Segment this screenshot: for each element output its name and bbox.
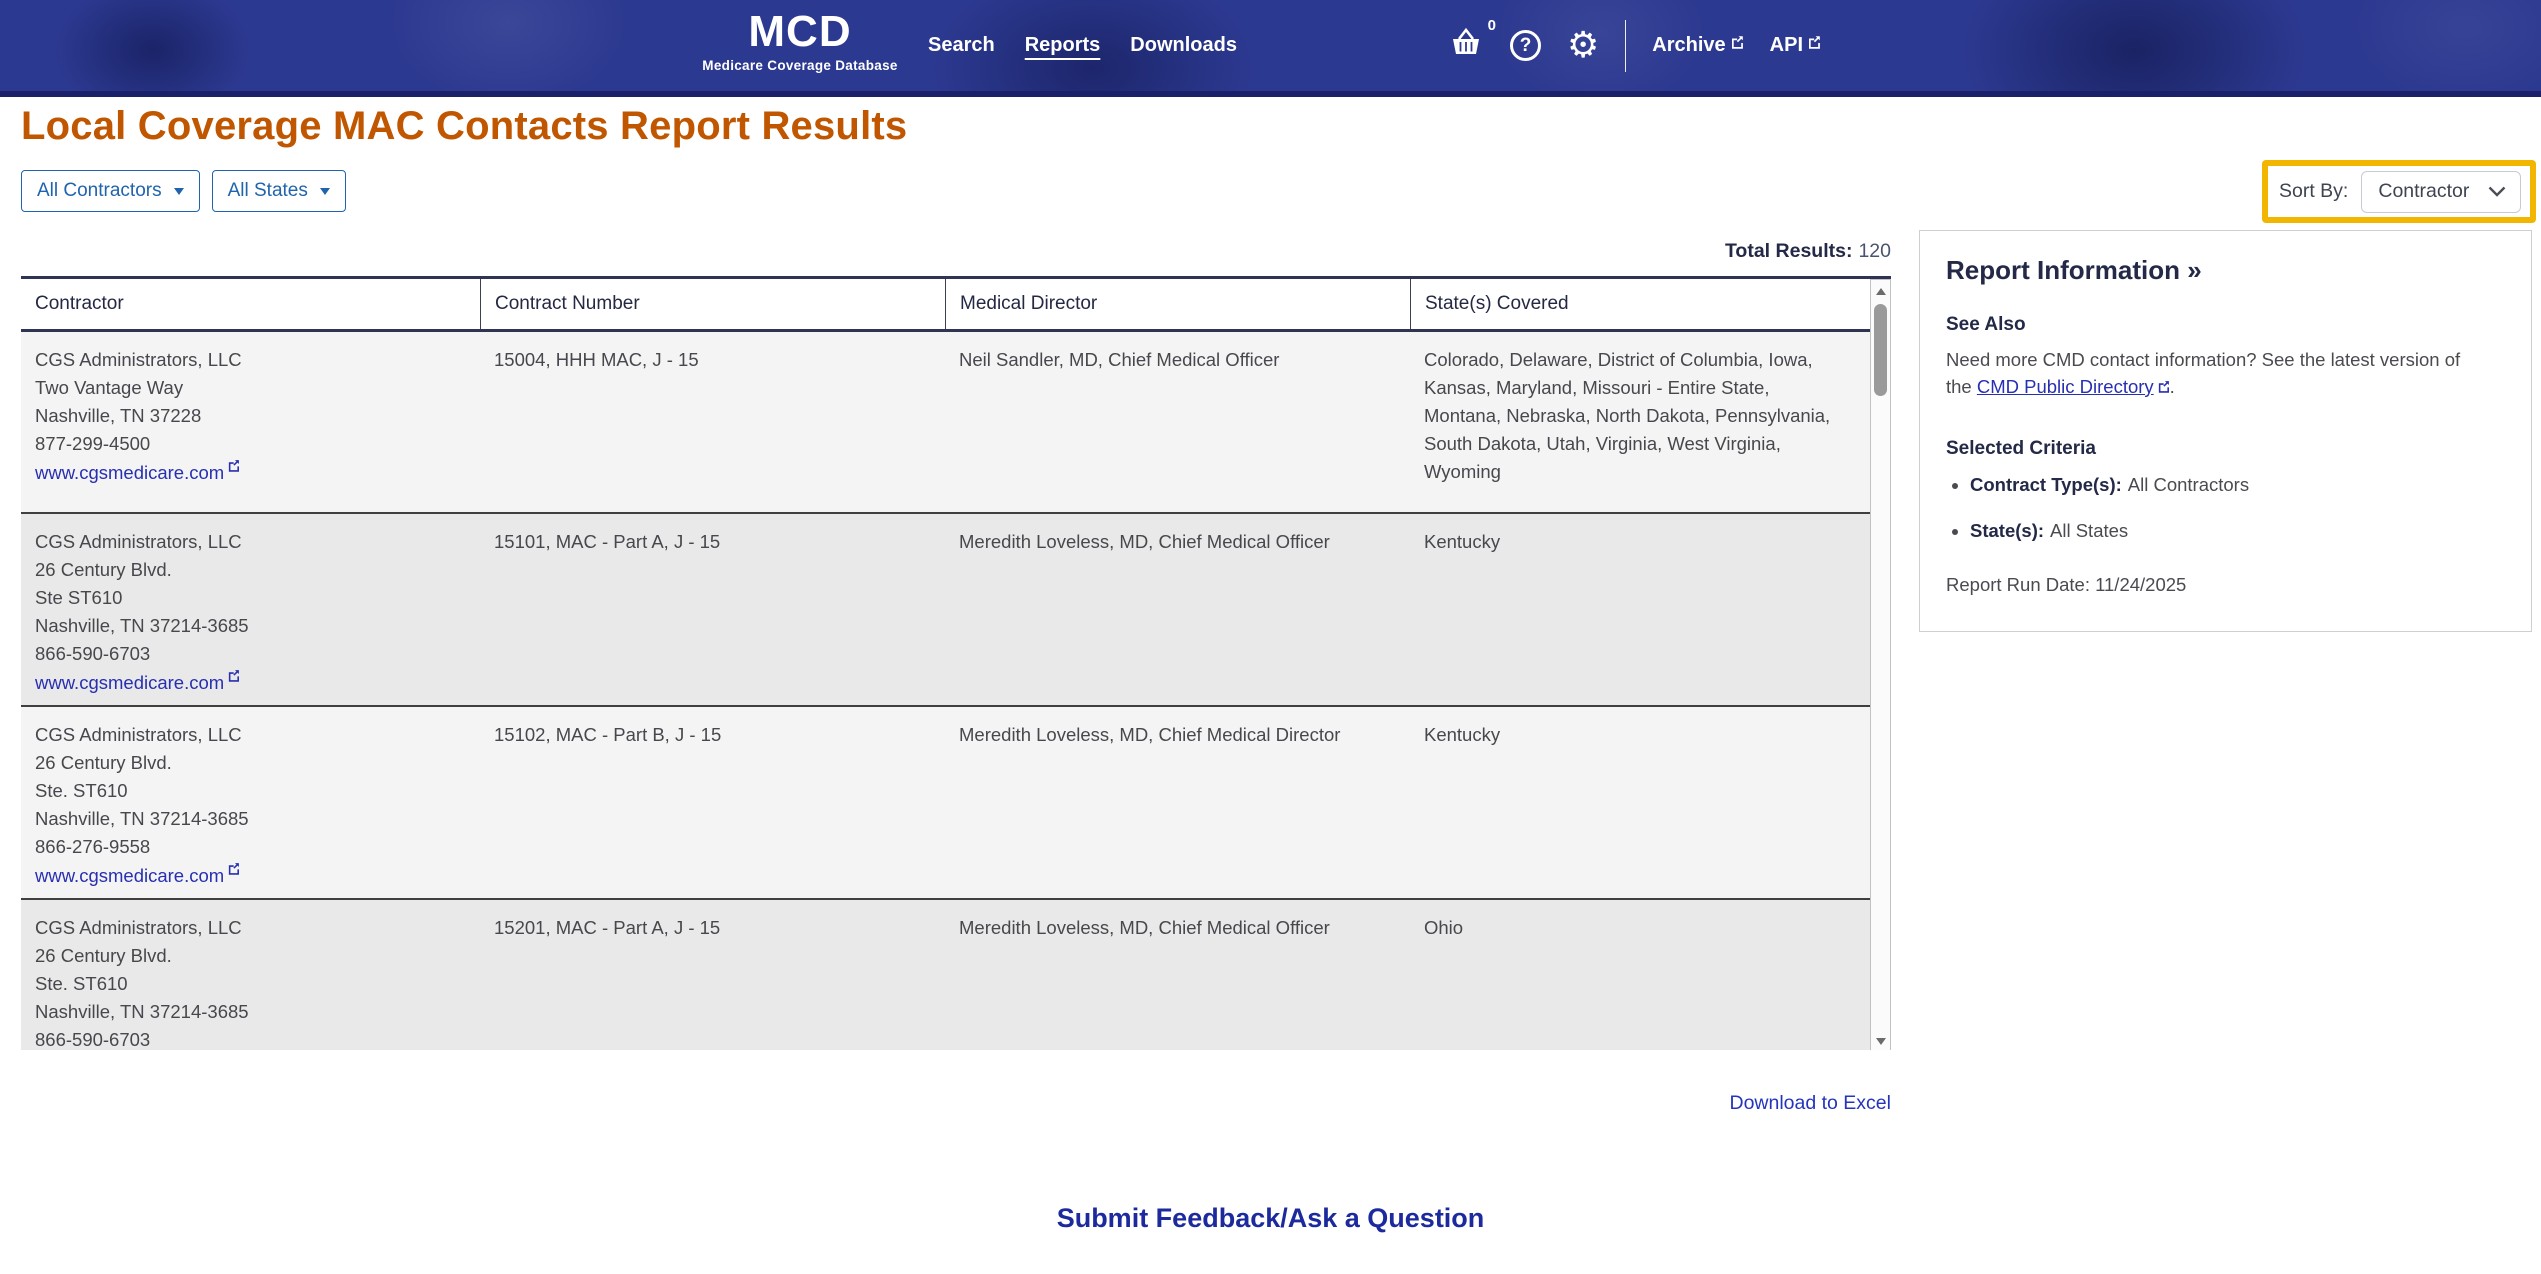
contractor-website-link[interactable]: www.cgsmedicare.com: [35, 459, 240, 487]
api-link[interactable]: API: [1770, 34, 1821, 57]
table-row: CGS Administrators, LLC 26 Century Blvd.…: [21, 705, 1870, 898]
states-covered-cell: Kentucky: [1410, 514, 1870, 705]
report-run-date: Report Run Date: 11/24/2025: [1946, 574, 2505, 596]
contractor-cell: CGS Administrators, LLC 26 Century Blvd.…: [21, 900, 480, 1050]
nav-search[interactable]: Search: [928, 34, 995, 57]
table-scrollbar[interactable]: [1870, 279, 1891, 1050]
nav-reports[interactable]: Reports: [1025, 34, 1101, 57]
scrollbar-thumb[interactable]: [1874, 304, 1887, 396]
main-nav: Search Reports Downloads: [928, 0, 1237, 91]
results-table: Contractor Contract Number Medical Direc…: [21, 276, 1891, 1050]
column-header-medical-director: Medical Director: [945, 279, 1410, 329]
external-link-icon: [227, 669, 240, 682]
page: MCD Medicare Coverage Database Search Re…: [0, 0, 2541, 1274]
states-covered-cell: Ohio: [1410, 900, 1870, 1050]
sort-by-highlight-box: Sort By: Contractor: [2262, 160, 2536, 223]
states-covered-cell: Kentucky: [1410, 707, 1870, 898]
contract-number-cell: 15102, MAC - Part B, J - 15: [480, 707, 945, 898]
table-row: CGS Administrators, LLC Two Vantage Way …: [21, 332, 1870, 512]
help-icon[interactable]: ?: [1510, 30, 1541, 61]
external-link-icon: [227, 459, 240, 472]
scrollbar-up-arrow[interactable]: [1871, 280, 1890, 302]
filter-bar: All Contractors All States: [21, 170, 346, 212]
external-link-icon: [1807, 32, 1821, 55]
report-information-heading[interactable]: Report Information »: [1946, 255, 2505, 286]
contractor-website-link[interactable]: www.cgsmedicare.com: [35, 862, 240, 890]
triangle-down-icon: [1876, 1038, 1886, 1045]
nav-downloads[interactable]: Downloads: [1130, 34, 1237, 57]
logo-subtitle: Medicare Coverage Database: [700, 58, 900, 73]
contractors-filter-dropdown[interactable]: All Contractors: [21, 170, 200, 212]
contractor-website-link[interactable]: www.cgsmedicare.com: [35, 669, 240, 697]
header-divider: [1625, 20, 1626, 72]
download-row: Download to Excel: [21, 1092, 1891, 1115]
column-header-contract-number: Contract Number: [480, 279, 945, 329]
criteria-item: Contract Type(s):All Contractors: [1970, 474, 2505, 496]
selected-criteria-list: Contract Type(s):All Contractors State(s…: [1970, 474, 2505, 542]
table-row: CGS Administrators, LLC 26 Century Blvd.…: [21, 898, 1870, 1050]
feedback-row: Submit Feedback/Ask a Question: [0, 1203, 2541, 1234]
contract-number-cell: 15101, MAC - Part A, J - 15: [480, 514, 945, 705]
contractor-cell: CGS Administrators, LLC 26 Century Blvd.…: [21, 514, 480, 705]
external-link-icon: [227, 862, 240, 875]
states-filter-dropdown[interactable]: All States: [212, 170, 346, 212]
page-title: Local Coverage MAC Contacts Report Resul…: [21, 104, 907, 149]
selected-criteria-heading: Selected Criteria: [1946, 438, 2505, 460]
basket-button[interactable]: 0: [1448, 27, 1484, 64]
total-results: Total Results:120: [21, 240, 1891, 263]
header-utilities: 0 ? ⚙ Archive API: [1448, 0, 1821, 91]
medical-director-cell: Neil Sandler, MD, Chief Medical Officer: [945, 332, 1410, 512]
basket-count-badge: 0: [1488, 17, 1496, 34]
scrollbar-down-arrow[interactable]: [1871, 1030, 1890, 1050]
table-row: CGS Administrators, LLC 26 Century Blvd.…: [21, 512, 1870, 705]
triangle-up-icon: [1876, 288, 1886, 295]
states-covered-cell: Colorado, Delaware, District of Columbia…: [1410, 332, 1870, 512]
contract-number-cell: 15004, HHH MAC, J - 15: [480, 332, 945, 512]
table-header-row: Contractor Contract Number Medical Direc…: [21, 279, 1870, 332]
sort-by-label: Sort By:: [2279, 180, 2348, 203]
gear-icon[interactable]: ⚙: [1567, 28, 1599, 64]
criteria-item: State(s):All States: [1970, 520, 2505, 542]
logo-title: MCD: [700, 10, 900, 54]
contract-number-cell: 15201, MAC - Part A, J - 15: [480, 900, 945, 1050]
submit-feedback-link[interactable]: Submit Feedback/Ask a Question: [1057, 1203, 1485, 1233]
external-link-icon: [1730, 32, 1744, 55]
external-link-icon: [2157, 380, 2170, 393]
see-also-text: Need more CMD contact information? See t…: [1946, 346, 2486, 400]
report-information-panel: Report Information » See Also Need more …: [1919, 230, 2532, 632]
column-header-states-covered: State(s) Covered: [1410, 279, 1870, 329]
medical-director-cell: Meredith Loveless, MD, Chief Medical Off…: [945, 900, 1410, 1050]
site-logo[interactable]: MCD Medicare Coverage Database: [700, 10, 900, 73]
basket-icon: [1448, 46, 1484, 63]
cmd-public-directory-link[interactable]: CMD Public Directory: [1977, 376, 2170, 397]
chevron-down-icon: [320, 188, 330, 195]
medical-director-cell: Meredith Loveless, MD, Chief Medical Dir…: [945, 707, 1410, 898]
site-header: MCD Medicare Coverage Database Search Re…: [0, 0, 2541, 97]
archive-link[interactable]: Archive: [1652, 34, 1743, 57]
chevron-down-icon: [2488, 186, 2506, 197]
download-to-excel-link[interactable]: Download to Excel: [1729, 1092, 1891, 1114]
sort-by-select[interactable]: Contractor: [2361, 171, 2521, 213]
column-header-contractor: Contractor: [21, 279, 480, 329]
contractor-cell: CGS Administrators, LLC 26 Century Blvd.…: [21, 707, 480, 898]
see-also-heading: See Also: [1946, 314, 2505, 336]
chevron-down-icon: [174, 188, 184, 195]
medical-director-cell: Meredith Loveless, MD, Chief Medical Off…: [945, 514, 1410, 705]
contractor-cell: CGS Administrators, LLC Two Vantage Way …: [21, 332, 480, 512]
